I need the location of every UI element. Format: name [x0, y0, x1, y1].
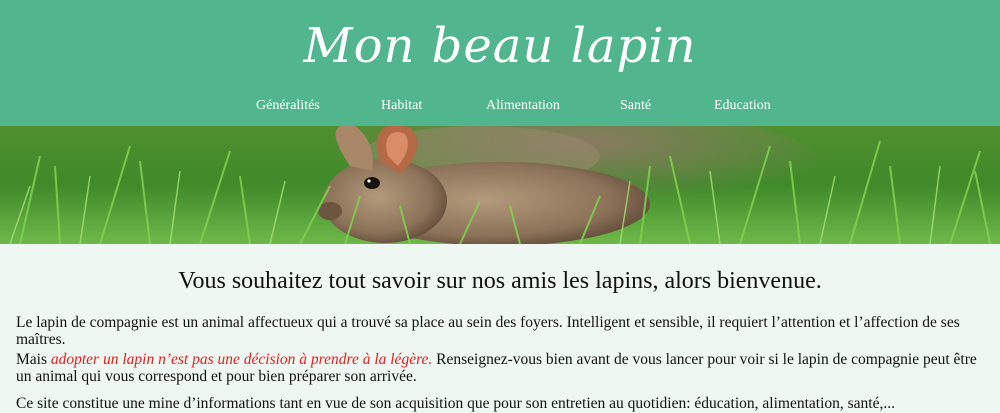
advice-paragraph: Mais adopter un lapin n’est pas une déci…	[16, 351, 984, 385]
nav-item-habitat[interactable]: Habitat	[381, 98, 422, 114]
site-header: Mon beau lapin Généralités Habitat Alime…	[0, 0, 1000, 126]
main-nav: Généralités Habitat Alimentation Santé E…	[0, 98, 1000, 120]
intro-paragraph: Le lapin de compagnie est un animal affe…	[16, 314, 960, 348]
advice-prefix: Mais	[16, 351, 51, 368]
site-logo[interactable]: Mon beau lapin	[0, 18, 1000, 74]
main-content: Vous souhaitez tout savoir sur nos amis …	[0, 244, 1000, 413]
nav-item-generalites[interactable]: Généralités	[256, 98, 320, 114]
nav-item-sante[interactable]: Santé	[620, 98, 651, 114]
nav-item-alimentation[interactable]: Alimentation	[486, 98, 560, 114]
site-info-paragraph: Ce site constitue une mine d’information…	[16, 395, 895, 412]
page-headline: Vous souhaitez tout savoir sur nos amis …	[178, 268, 822, 294]
hero-banner	[0, 126, 1000, 244]
rabbit-in-grass-photo	[0, 126, 1000, 244]
nav-item-education[interactable]: Education	[714, 98, 771, 114]
adoption-warning: adopter un lapin n’est pas une décision …	[50, 351, 433, 368]
